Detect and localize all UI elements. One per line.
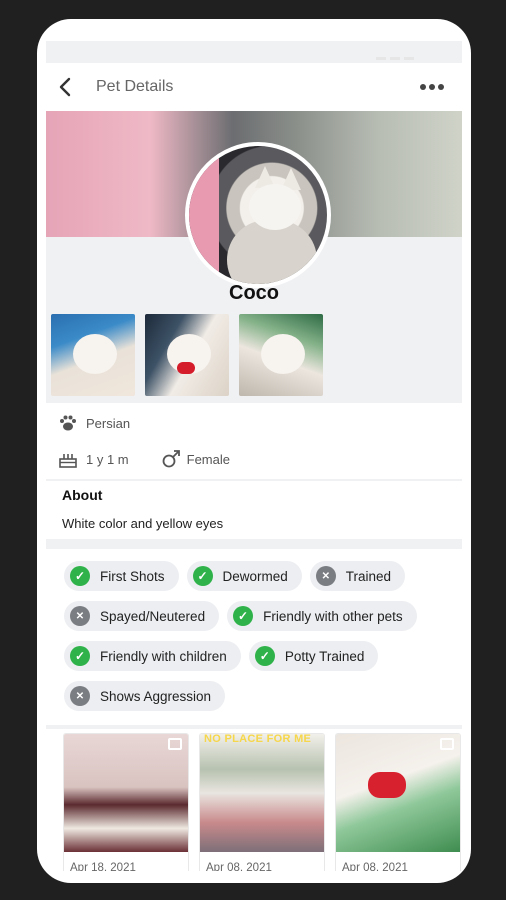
- photo-gallery: Apr 18, 2021 NO PLACE FOR ME Apr 08, 202…: [46, 729, 462, 871]
- age-sex-row: 1 y 1 m Female: [58, 449, 230, 469]
- breed-text: Persian: [86, 415, 131, 431]
- attribute-tags: ✓ First Shots ✓ Dewormed ✕ Trained ✕ Spayed/…: [46, 549, 462, 725]
- more-horizontal-icon: [420, 84, 426, 90]
- pet-name: Coco: [229, 282, 279, 304]
- check-circle-icon: ✓: [192, 566, 213, 586]
- gallery-card[interactable]: Apr 08, 2021: [335, 733, 461, 871]
- chevron-left-icon: [59, 77, 71, 97]
- about-text: White color and yellow eyes: [62, 516, 224, 531]
- photo-date: Apr 08, 2021: [342, 862, 408, 871]
- check-circle-icon: ✓: [70, 646, 90, 666]
- back-button[interactable]: [54, 75, 78, 99]
- male-symbol-icon: [162, 450, 180, 468]
- tag-shows-aggression: ✕ Shows Aggression: [64, 681, 226, 711]
- breed-row: Persian: [58, 413, 130, 433]
- age-text: 1 y 1 m: [86, 451, 129, 467]
- page-title: Pet Details: [96, 78, 174, 95]
- tag-trained: ✕ Trained: [309, 561, 406, 591]
- tag-friendly-with-pets: ✓ Friendly with other pets: [227, 601, 417, 631]
- phone-frame: Pet Details Coco Persian 1 y 1 m Female …: [37, 19, 471, 883]
- about-section: About White color and yellow eyes: [46, 481, 462, 539]
- gallery-card[interactable]: Apr 18, 2021: [63, 733, 189, 871]
- app-bar: Pet Details: [46, 63, 462, 111]
- photo-thumbnail[interactable]: [51, 314, 135, 396]
- about-heading: About: [62, 487, 103, 503]
- x-circle-icon: ✕: [315, 566, 336, 586]
- app-screen: Pet Details Coco Persian 1 y 1 m Female …: [46, 41, 462, 871]
- gallery-image: [64, 734, 188, 852]
- photo-date: Apr 18, 2021: [70, 862, 136, 871]
- paw-icon: [60, 415, 76, 431]
- photo-thumbnail[interactable]: [239, 314, 323, 396]
- check-circle-icon: ✓: [233, 606, 254, 626]
- photo-thumbnail[interactable]: [145, 314, 229, 396]
- sex-text: Female: [186, 451, 230, 467]
- check-circle-icon: ✓: [70, 566, 90, 586]
- tag-first-shots: ✓ First Shots: [64, 561, 179, 591]
- tag-spayed-neutered: ✕ Spayed/Neutered: [64, 601, 220, 631]
- gallery-image: [336, 734, 460, 852]
- tag-friendly-with-children: ✓ Friendly with children: [64, 641, 241, 671]
- pet-info-section: Persian 1 y 1 m Female: [46, 403, 462, 479]
- pet-avatar[interactable]: [185, 142, 331, 288]
- x-circle-icon: ✕: [70, 686, 90, 706]
- status-bar: [376, 47, 436, 60]
- check-circle-icon: ✓: [254, 646, 275, 666]
- cake-icon: [59, 454, 77, 468]
- tag-dewormed: ✓ Dewormed: [186, 561, 302, 591]
- photo-date: Apr 08, 2021: [206, 862, 272, 871]
- gallery-card[interactable]: NO PLACE FOR ME Apr 08, 2021: [199, 733, 325, 871]
- photo-thumbnails: [51, 314, 323, 396]
- sex-group: Female: [161, 449, 230, 469]
- multiple-photos-icon: [440, 738, 454, 750]
- x-circle-icon: ✕: [70, 606, 90, 626]
- image-caption: NO PLACE FOR ME: [204, 733, 312, 745]
- tag-potty-trained: ✓ Potty Trained: [248, 641, 379, 671]
- more-options-button[interactable]: [420, 77, 450, 97]
- gallery-image: NO PLACE FOR ME: [200, 733, 324, 852]
- multiple-photos-icon: [168, 738, 182, 750]
